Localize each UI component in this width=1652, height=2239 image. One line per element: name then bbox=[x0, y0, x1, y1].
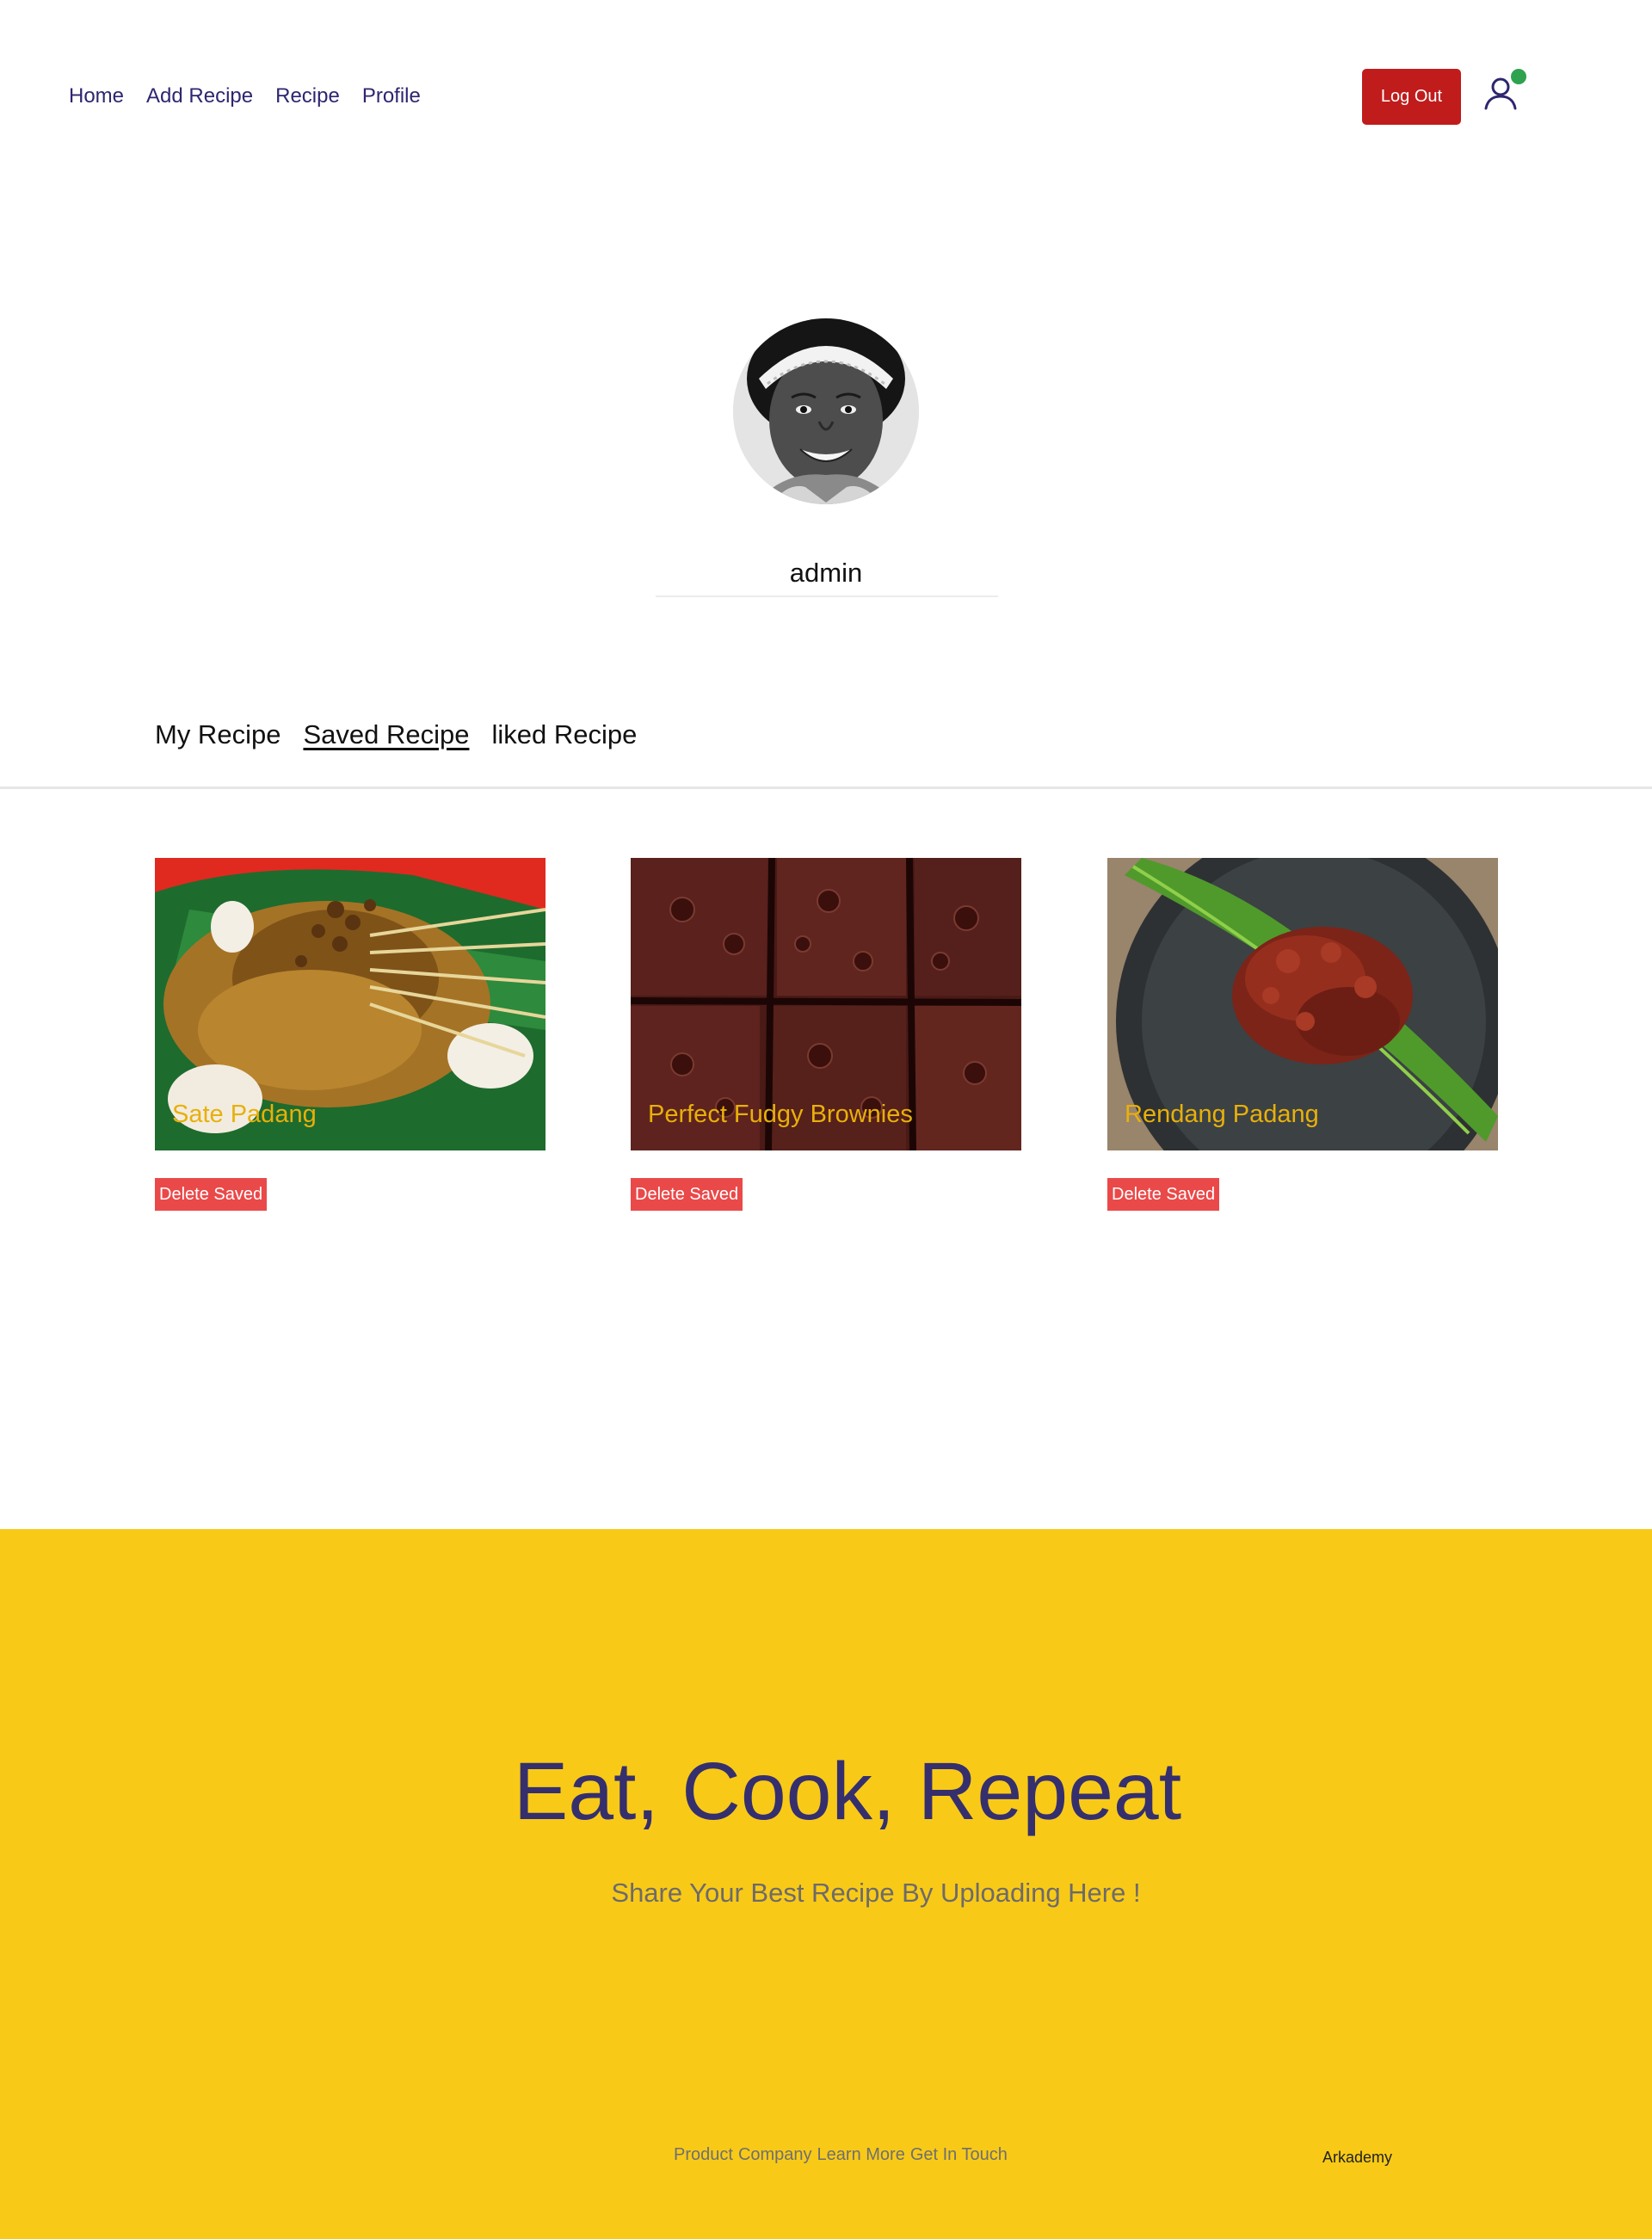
tabs-divider bbox=[0, 786, 1652, 789]
delete-saved-button[interactable]: Delete Saved bbox=[155, 1178, 268, 1211]
footer-link-product[interactable]: Product bbox=[674, 2143, 733, 2166]
recipe-image-rendang-padang[interactable]: Rendang Padang bbox=[1107, 858, 1498, 1150]
recipe-card: Sate Padang Delete Saved bbox=[155, 858, 546, 1211]
delete-saved-button[interactable]: Delete Saved bbox=[631, 1178, 743, 1211]
recipe-image-perfect-fudgy-brownies[interactable]: Perfect Fudgy Brownies bbox=[631, 858, 1021, 1150]
footer-link-get-in-touch[interactable]: Get In Touch bbox=[910, 2143, 1008, 2166]
recipe-image-sate-padang[interactable]: Sate Padang bbox=[155, 858, 546, 1150]
recipe-title: Perfect Fudgy Brownies bbox=[648, 1101, 913, 1128]
delete-saved-button[interactable]: Delete Saved bbox=[1107, 1178, 1220, 1211]
nav-link-add-recipe[interactable]: Add Recipe bbox=[146, 83, 253, 110]
recipe-card: Rendang Padang Delete Saved bbox=[1107, 858, 1498, 1211]
recipe-title: Rendang Padang bbox=[1125, 1101, 1319, 1128]
logout-button[interactable]: Log Out bbox=[1362, 69, 1461, 125]
tab-my-recipe[interactable]: My Recipe bbox=[155, 716, 280, 754]
footer-link-company[interactable]: Company bbox=[738, 2143, 812, 2166]
footer-heading: Eat, Cook, Repeat bbox=[513, 1746, 1182, 1837]
recipe-tabs: My Recipe Saved Recipe liked Recipe bbox=[155, 716, 637, 754]
profile-username: admin bbox=[789, 558, 863, 588]
nav-link-home[interactable]: Home bbox=[69, 83, 124, 110]
online-status-dot bbox=[1511, 69, 1526, 84]
footer-brand: Arkademy bbox=[1322, 2149, 1393, 2166]
tab-saved-recipe[interactable]: Saved Recipe bbox=[303, 716, 469, 754]
footer-subheading: Share Your Best Recipe By Uploading Here… bbox=[611, 1878, 1141, 1908]
footer-links: Product Company Learn More Get In Touch bbox=[674, 2143, 1008, 2166]
username-underline bbox=[656, 595, 998, 597]
nav-link-recipe[interactable]: Recipe bbox=[275, 83, 340, 110]
footer-link-learn-more[interactable]: Learn More bbox=[817, 2143, 905, 2166]
profile-avatar bbox=[733, 318, 919, 504]
nav-links: Home Add Recipe Recipe Profile bbox=[69, 83, 421, 110]
recipe-card: Perfect Fudgy Brownies Delete Saved bbox=[631, 858, 1021, 1211]
footer: Eat, Cook, Repeat Share Your Best Recipe… bbox=[0, 1529, 1652, 2239]
nav-link-profile[interactable]: Profile bbox=[362, 83, 421, 110]
recipe-title: Sate Padang bbox=[172, 1101, 317, 1128]
tab-liked-recipe[interactable]: liked Recipe bbox=[491, 716, 637, 754]
navbar: Home Add Recipe Recipe Profile Log Out bbox=[0, 0, 1652, 194]
